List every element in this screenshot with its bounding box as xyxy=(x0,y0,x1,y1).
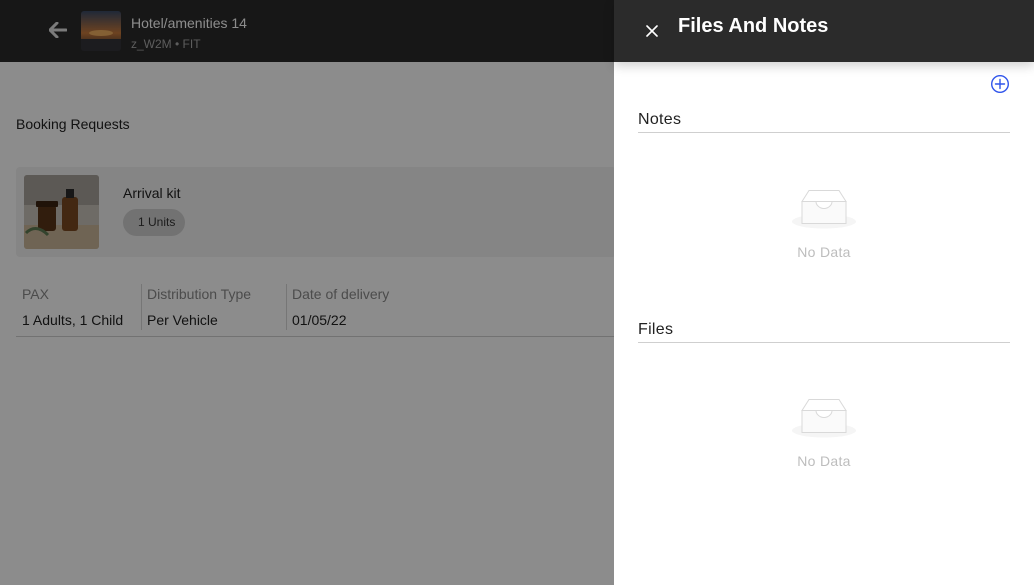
notes-empty-text: No Data xyxy=(797,244,851,260)
drawer-header: Files And Notes xyxy=(614,0,1034,62)
files-empty-state: No Data xyxy=(638,396,1010,476)
drawer-title: Files And Notes xyxy=(678,15,829,37)
inbox-empty-icon xyxy=(792,399,856,438)
close-button[interactable] xyxy=(642,20,662,42)
notes-heading: Notes xyxy=(638,111,682,128)
plus-circle-icon xyxy=(990,74,1010,94)
inbox-empty-icon xyxy=(792,190,856,229)
files-empty-text: No Data xyxy=(797,453,851,469)
files-section-header: Files xyxy=(638,321,1010,343)
notes-section-header: Notes xyxy=(638,111,1010,133)
notes-empty-state: No Data xyxy=(638,187,1010,267)
files-and-notes-drawer: Files And Notes Notes No Data Files No D… xyxy=(614,0,1034,585)
files-heading: Files xyxy=(638,321,674,338)
add-note-button[interactable] xyxy=(990,74,1010,94)
close-icon xyxy=(646,25,658,37)
